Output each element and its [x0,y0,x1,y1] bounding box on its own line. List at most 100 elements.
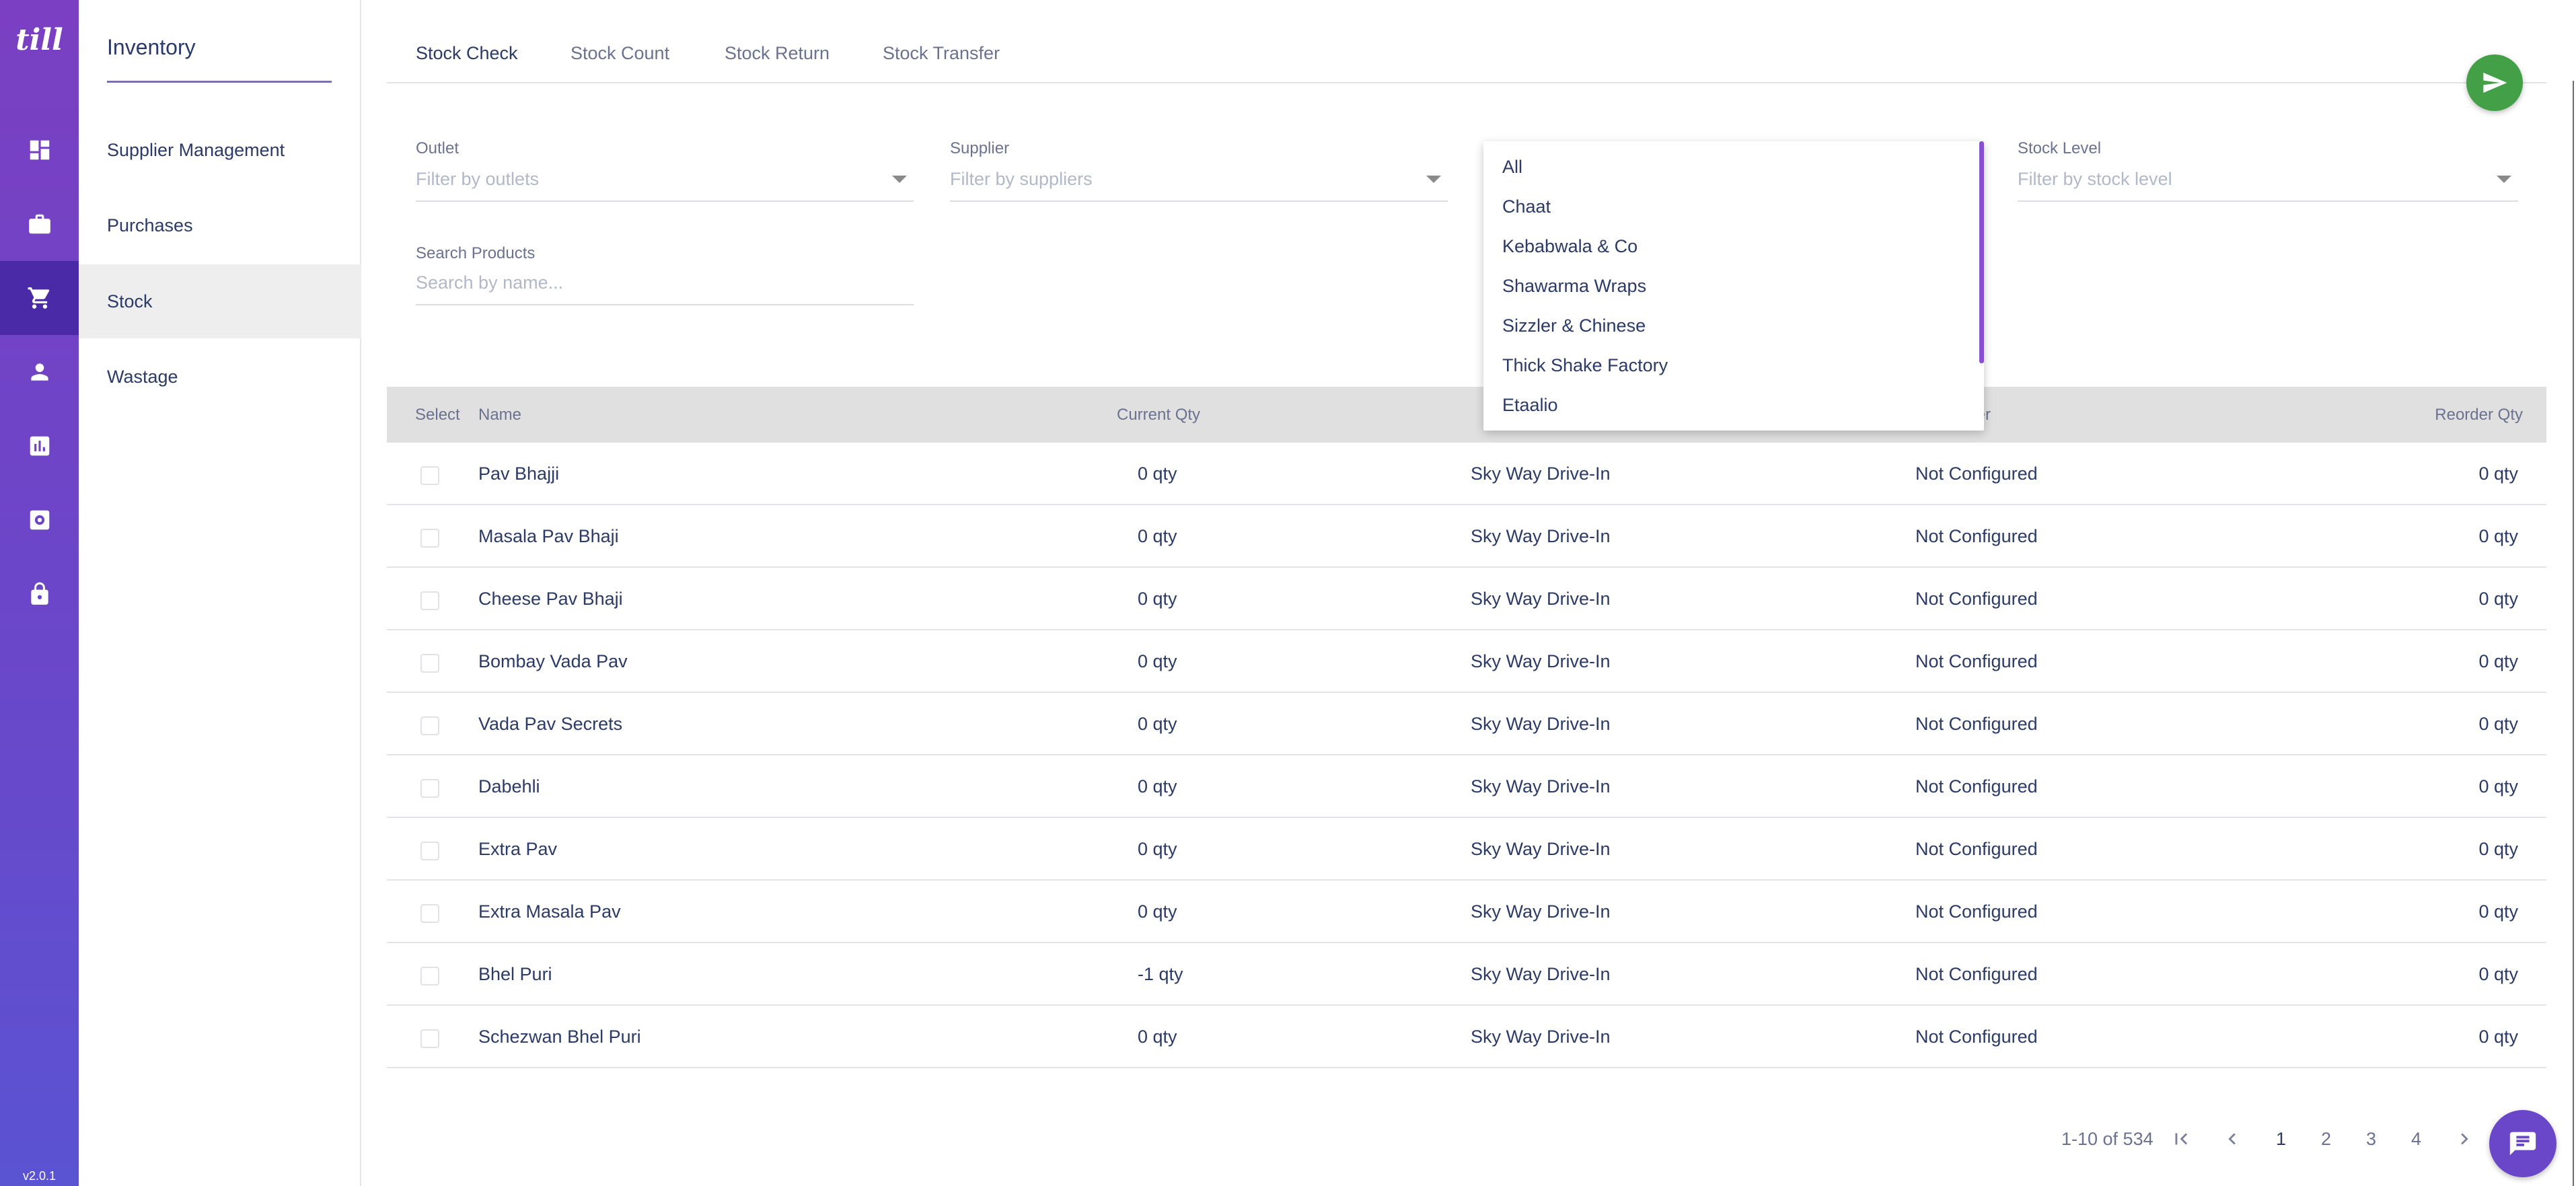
row-select-checkbox[interactable] [420,842,439,860]
product-name: Extra Masala Pav [478,901,621,922]
search-products-field[interactable]: Search Products Search by name... [416,244,914,305]
product-name: Bombay Vada Pav [478,651,628,671]
supplier-label: Supplier [950,139,1010,157]
cart-nav-button[interactable] [0,261,79,335]
sidebar-title: Inventory [107,35,196,59]
column-name[interactable]: Name [478,387,521,443]
outlet-select[interactable]: Filter by outlets [416,169,539,190]
dropdown-option-all[interactable]: All [1502,149,1522,184]
table-row[interactable]: Schezwan Bhel Puri 0 qty Sky Way Drive-In N… [387,1006,2546,1068]
chevron-down-icon[interactable] [1426,176,1441,183]
table-row[interactable]: Pav Bhajji 0 qty Sky Way Drive-In Not Confi… [387,443,2546,505]
reorder-qty: 0 qty [2478,776,2518,796]
briefcase-icon [28,214,50,234]
product-name: Vada Pav Secrets [478,714,623,734]
reorder-qty: 0 qty [2478,839,2518,859]
row-select-checkbox[interactable] [420,591,439,610]
next-page-button[interactable] [2453,1127,2476,1155]
briefcase-nav-button[interactable] [0,187,79,261]
sidebar-item-stock[interactable]: Stock [79,264,361,338]
chevron-down-icon[interactable] [2497,176,2511,183]
first-page-button[interactable] [2170,1127,2193,1155]
dropdown-option-kebabwala[interactable]: Kebabwala & Co [1502,229,1637,264]
prev-page-button[interactable] [2221,1127,2244,1155]
supplier-name: Not Configured [1915,839,2038,859]
reorder-qty: 0 qty [2478,651,2518,671]
sidebar-item-purchases[interactable]: Purchases [79,188,361,262]
stock-tabs: Stock Check Stock Count Stock Return Sto… [387,0,2546,83]
current-qty: 0 qty [1138,651,1177,671]
dashboard-nav-button[interactable] [0,113,79,187]
table-row[interactable]: Masala Pav Bhaji 0 qty Sky Way Drive-In Not… [387,505,2546,568]
chevron-down-icon[interactable] [892,176,907,183]
dropdown-option-thick-shake-factory[interactable]: Thick Shake Factory [1502,348,1668,383]
outlet-filter[interactable]: Outlet Filter by outlets [416,139,914,202]
page-2-button[interactable]: 2 [2321,1129,2331,1150]
row-select-checkbox[interactable] [420,967,439,986]
outlet-name: Sky Way Drive-In [1471,901,1611,922]
reorder-qty: 0 qty [2478,714,2518,734]
table-row[interactable]: Extra Masala Pav 0 qty Sky Way Drive-In Not… [387,881,2546,943]
product-name: Masala Pav Bhaji [478,526,619,546]
column-select: Select [415,406,460,424]
outlet-group-dropdown: All Chaat Kebabwala & Co Shawarma Wraps … [1483,141,1984,431]
settings-nav-button[interactable] [0,483,79,557]
dropdown-option-chaat[interactable]: Chaat [1502,189,1551,224]
search-input[interactable]: Search by name... [416,272,563,293]
row-select-checkbox[interactable] [420,654,439,673]
column-current-qty[interactable]: Current Qty [1117,387,1200,443]
table-row[interactable]: Dabehli 0 qty Sky Way Drive-In Not Configur… [387,755,2546,818]
table-row[interactable]: Vada Pav Secrets 0 qty Sky Way Drive-In Not… [387,693,2546,755]
search-products-label: Search Products [416,244,536,262]
dropdown-option-shawarma-wraps[interactable]: Shawarma Wraps [1502,268,1646,303]
tab-stock-transfer[interactable]: Stock Transfer [883,43,1000,64]
sidebar-item-supplier-management[interactable]: Supplier Management [79,113,361,187]
table-row[interactable]: Extra Pav 0 qty Sky Way Drive-In Not Config… [387,818,2546,881]
settings-icon [30,510,49,530]
tab-stock-count[interactable]: Stock Count [571,43,669,64]
person-nav-button[interactable] [0,335,79,409]
supplier-select[interactable]: Filter by suppliers [950,169,1093,190]
person-icon [30,363,48,381]
outlet-name: Sky Way Drive-In [1471,964,1611,984]
current-qty: 0 qty [1138,776,1177,796]
row-select-checkbox[interactable] [420,904,439,923]
chat-support-button[interactable] [2489,1110,2556,1177]
chevron-right-icon [2461,1133,2468,1145]
reports-nav-button[interactable] [0,409,79,483]
tab-stock-return[interactable]: Stock Return [725,43,830,64]
app-logo[interactable]: till [0,23,79,57]
row-select-checkbox[interactable] [420,779,439,798]
tab-stock-check[interactable]: Stock Check [416,43,518,64]
dropdown-option-etaalio[interactable]: Etaalio [1502,387,1558,422]
current-qty: 0 qty [1138,714,1177,734]
pagination-range: 1-10 of 534 [2061,1129,2154,1149]
row-select-checkbox[interactable] [420,529,439,548]
table-row[interactable]: Cheese Pav Bhaji 0 qty Sky Way Drive-In Not… [387,568,2546,630]
page-1-button[interactable]: 1 [2276,1129,2286,1150]
dropdown-option-sizzler-chinese[interactable]: Sizzler & Chinese [1502,308,1646,343]
table-row[interactable]: Bhel Puri -1 qty Sky Way Drive-In Not Confi… [387,943,2546,1006]
cart-icon [28,287,49,309]
table-row[interactable]: Bombay Vada Pav 0 qty Sky Way Drive-In Not … [387,630,2546,693]
supplier-filter[interactable]: Supplier Filter by suppliers [950,139,1448,202]
stock-level-select[interactable]: Filter by stock level [2018,169,2172,190]
lock-nav-button[interactable] [0,557,79,631]
stock-level-filter[interactable]: Stock Level Filter by stock level [2018,139,2518,202]
icon-rail: till v2.0.1 [0,0,79,1186]
column-reorder-qty[interactable]: Reorder Qty [2435,387,2523,443]
row-select-checkbox[interactable] [420,716,439,735]
send-button[interactable] [2466,54,2523,111]
outlet-name: Sky Way Drive-In [1471,526,1611,546]
dropdown-scrollbar[interactable] [1979,141,1984,363]
page-4-button[interactable]: 4 [2411,1129,2421,1150]
supplier-name: Not Configured [1915,589,2038,609]
page-3-button[interactable]: 3 [2366,1129,2376,1150]
table-header: Select Name Current Qty lier Reorder Qty [387,387,2546,443]
reorder-qty: 0 qty [2478,1027,2518,1047]
supplier-name: Not Configured [1915,464,2038,484]
row-select-checkbox[interactable] [420,1029,439,1048]
row-select-checkbox[interactable] [420,466,439,485]
sidebar-item-wastage[interactable]: Wastage [79,340,361,414]
send-icon [2483,73,2507,93]
